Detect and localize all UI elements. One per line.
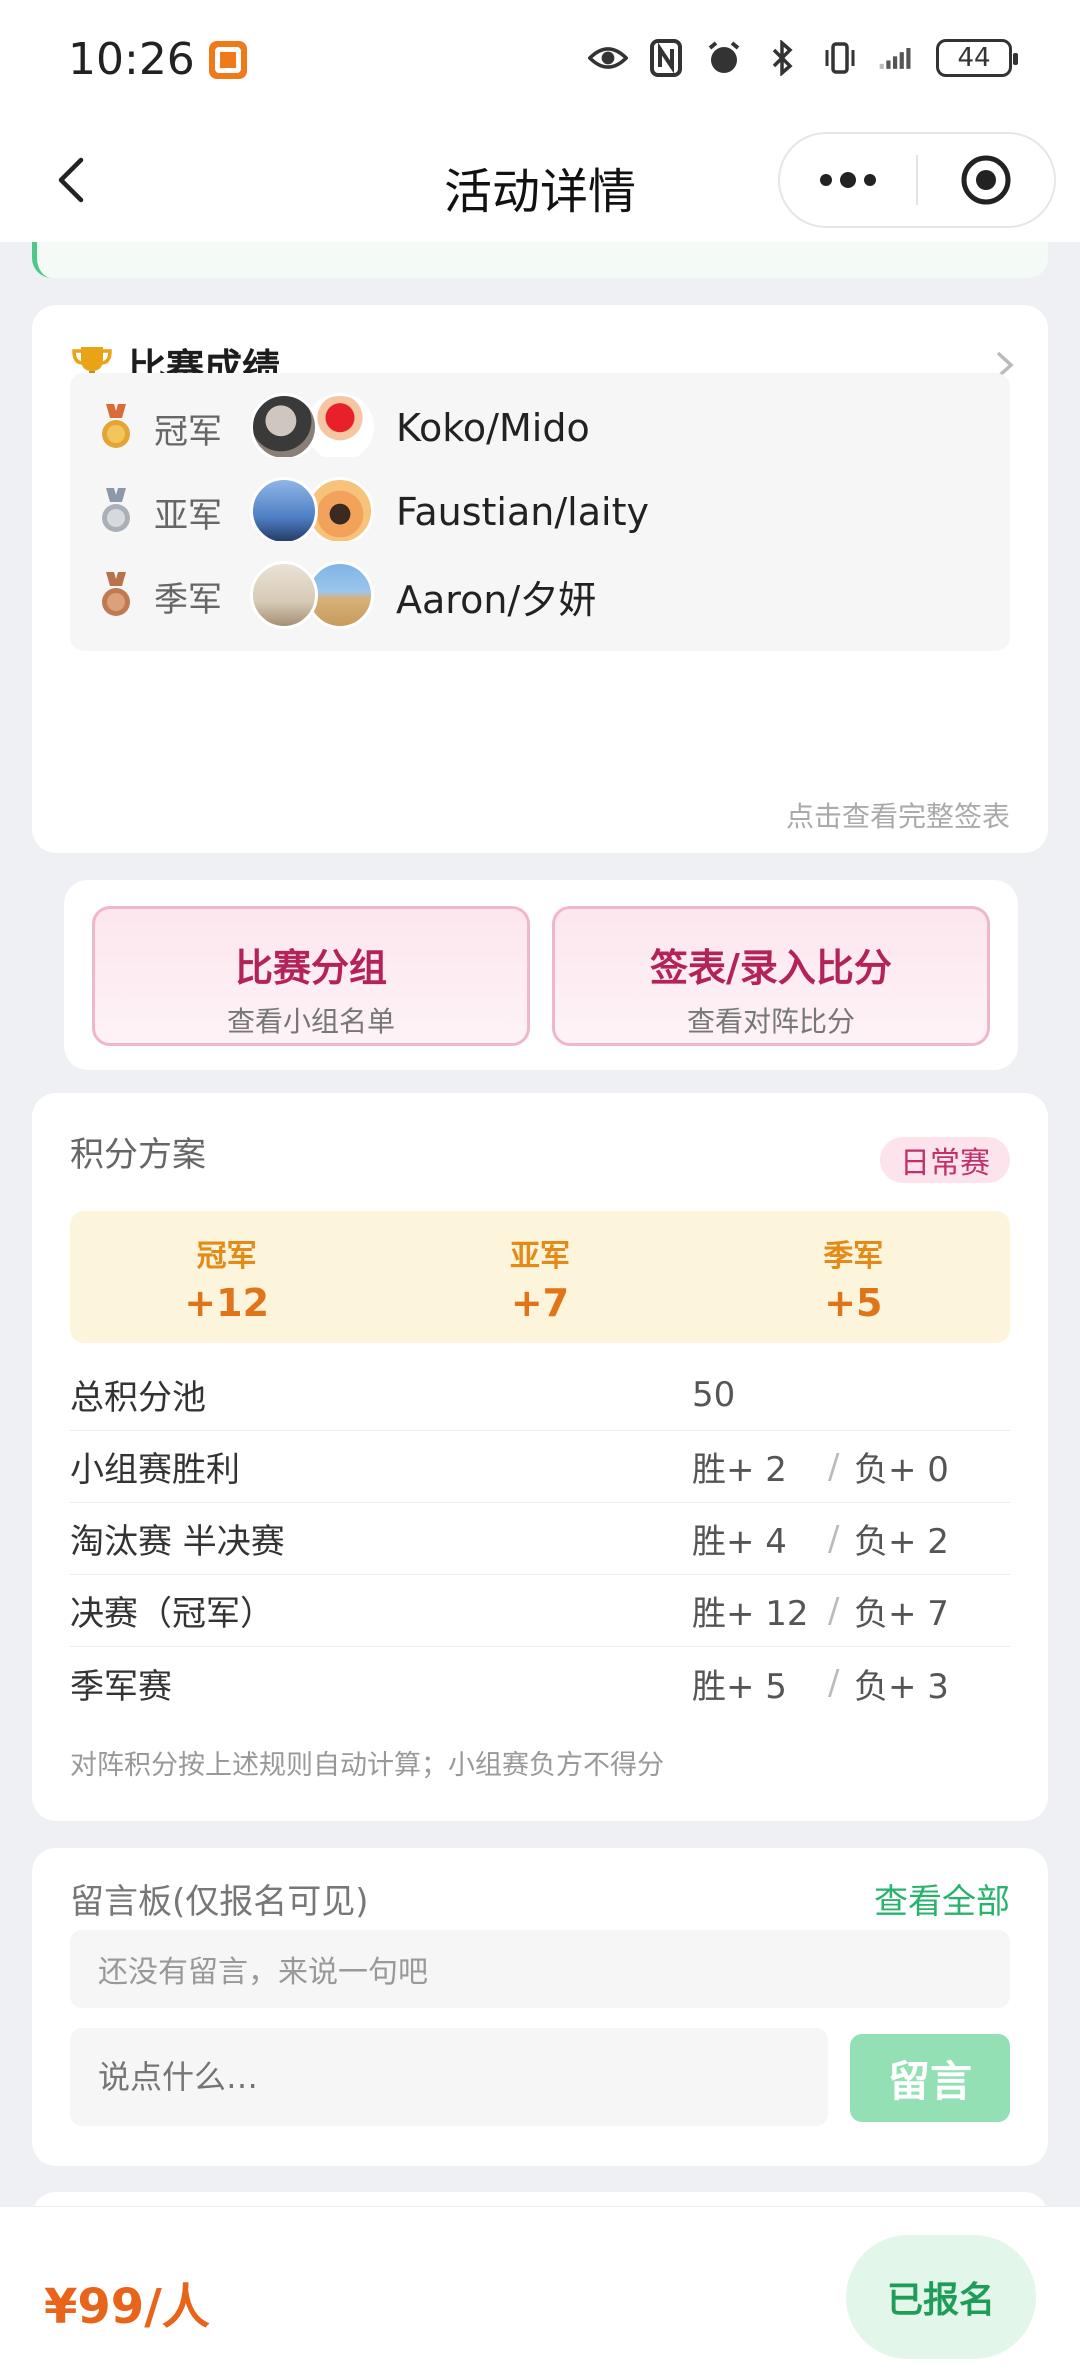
prize-value: +7 xyxy=(510,1281,570,1325)
avatar xyxy=(250,477,318,545)
enrolled-button[interactable]: 已报名 xyxy=(846,2235,1036,2359)
rule-win: 胜+ 5 xyxy=(692,1666,787,1707)
rule-row-pool: 总积分池 50 xyxy=(70,1359,1010,1431)
status-time: 10:26 xyxy=(68,34,247,85)
rule-separator: / xyxy=(828,1663,840,1703)
sheet-button-title: 签表/录入比分 xyxy=(650,946,892,990)
group-button-subtitle: 查看小组名单 xyxy=(226,1005,395,1038)
rule-value: 50 xyxy=(692,1374,736,1415)
points-title: 积分方案 xyxy=(70,1135,206,1175)
view-all-link[interactable]: 查看全部 xyxy=(874,1874,1010,1923)
more-dots-icon xyxy=(820,172,876,188)
avatar-pair xyxy=(250,477,378,547)
miniapp-capsule xyxy=(778,132,1056,228)
post-message-button[interactable]: 留言 xyxy=(850,2034,1010,2122)
rule-separator: / xyxy=(828,1590,840,1631)
rule-separator: / xyxy=(828,1518,840,1559)
rule-name: 决赛（冠军） xyxy=(70,1594,274,1634)
points-card: 积分方案 日常赛 冠军 +12 亚军 +7 季军 +5 总积分池 50 小组赛胜… xyxy=(32,1093,1048,1821)
rule-separator: / xyxy=(828,1446,840,1487)
clock-text: 10:26 xyxy=(68,34,195,85)
system-icons: 44 xyxy=(588,38,1018,78)
bluetooth-icon xyxy=(762,38,802,78)
silver-medal-icon xyxy=(102,488,130,532)
rule-win: 胜+ 4 xyxy=(692,1522,787,1562)
sheet-button-subtitle: 查看对阵比分 xyxy=(686,1005,855,1038)
prize-value: +5 xyxy=(824,1281,883,1325)
rule-row: 淘汰赛 半决赛 胜+ 4 / 负+ 2 xyxy=(70,1503,1010,1575)
previous-card-edge xyxy=(32,242,1048,278)
rule-lose: 负+ 0 xyxy=(854,1450,949,1490)
rank-row-third[interactable]: 季军 Aaron/夕妍 xyxy=(70,541,1010,651)
price-label: ¥99/人 xyxy=(44,2279,210,2335)
rule-win: 胜+ 12 xyxy=(692,1594,809,1634)
bronze-medal-icon xyxy=(102,572,130,616)
sheet-score-button[interactable]: 签表/录入比分 查看对阵比分 xyxy=(552,906,990,1046)
view-full-sheet-link[interactable]: 点击查看完整签表 xyxy=(786,795,1010,835)
close-miniapp-button[interactable] xyxy=(918,134,1054,226)
target-close-icon xyxy=(961,155,1011,205)
rule-lose: 负+ 2 xyxy=(854,1522,949,1562)
nfc-icon xyxy=(646,38,686,78)
pair-names: Faustian/laity xyxy=(396,490,649,534)
alarm-icon xyxy=(704,38,744,78)
actions-card: 比赛分组 查看小组名单 签表/录入比分 查看对阵比分 xyxy=(64,880,1018,1070)
rule-name: 总积分池 xyxy=(70,1378,206,1418)
rule-row: 决赛（冠军） 胜+ 12 / 负+ 7 xyxy=(70,1575,1010,1647)
prize-label: 亚军 xyxy=(509,1239,570,1274)
rule-row: 小组赛胜利 胜+ 2 / 负+ 0 xyxy=(70,1431,1010,1503)
prize-label: 冠军 xyxy=(196,1239,257,1274)
empty-message-hint: 还没有留言，来说一句吧 xyxy=(70,1930,1010,2008)
pair-names: Aaron/夕妍 xyxy=(396,577,597,622)
prize-value: +12 xyxy=(184,1281,270,1325)
prize-label: 季军 xyxy=(823,1239,884,1274)
event-type-badge: 日常赛 xyxy=(880,1137,1010,1183)
rule-lose: 负+ 3 xyxy=(854,1666,949,1707)
group-button-title: 比赛分组 xyxy=(234,946,387,990)
battery-level: 44 xyxy=(957,43,991,73)
eye-icon xyxy=(588,38,628,78)
vibrate-icon xyxy=(820,38,860,78)
nav-bar: 活动详情 xyxy=(0,120,1080,242)
rule-name: 小组赛胜利 xyxy=(70,1450,240,1490)
rule-name: 季军赛 xyxy=(70,1666,172,1707)
status-bar: 10:26 44 xyxy=(0,0,1080,120)
group-button[interactable]: 比赛分组 查看小组名单 xyxy=(92,906,530,1046)
prize-runner-up: 亚军 +7 xyxy=(383,1211,696,1343)
message-input[interactable] xyxy=(70,2028,828,2126)
prize-third: 季军 +5 xyxy=(697,1211,1010,1343)
avatar-pair xyxy=(250,561,378,631)
rule-name: 淘汰赛 半决赛 xyxy=(70,1522,285,1562)
battery-indicator: 44 xyxy=(936,39,1018,77)
rank-label: 冠军 xyxy=(154,411,222,452)
points-note: 对阵积分按上述规则自动计算；小组赛负方不得分 xyxy=(70,1750,664,1781)
rule-lose: 负+ 7 xyxy=(854,1594,949,1634)
avatar xyxy=(250,561,318,629)
rank-label: 亚军 xyxy=(154,495,222,536)
bottom-action-bar: ¥99/人 已报名 xyxy=(0,2206,1080,2373)
prize-points-band: 冠军 +12 亚军 +7 季军 +5 xyxy=(70,1211,1010,1343)
signal-icon xyxy=(878,38,918,78)
rule-win: 胜+ 2 xyxy=(692,1450,787,1490)
message-board-card: 留言板(仅报名可见) 查看全部 还没有留言，来说一句吧 留言 xyxy=(32,1848,1048,2166)
rank-label: 季军 xyxy=(154,579,222,620)
rule-row: 季军赛 胜+ 5 / 负+ 3 xyxy=(70,1647,1010,1719)
pair-names: Koko/Mido xyxy=(396,406,590,450)
app-notification-icon xyxy=(208,40,247,79)
avatar-pair xyxy=(250,393,378,463)
more-button[interactable] xyxy=(780,134,916,226)
avatar xyxy=(250,393,318,461)
results-card: 比赛成绩 冠军 Koko/Mido 亚军 Faustian/laity 季军 A… xyxy=(32,305,1048,853)
gold-medal-icon xyxy=(102,404,130,448)
board-title: 留言板(仅报名可见) xyxy=(70,1882,369,1922)
prize-champion: 冠军 +12 xyxy=(70,1211,383,1343)
